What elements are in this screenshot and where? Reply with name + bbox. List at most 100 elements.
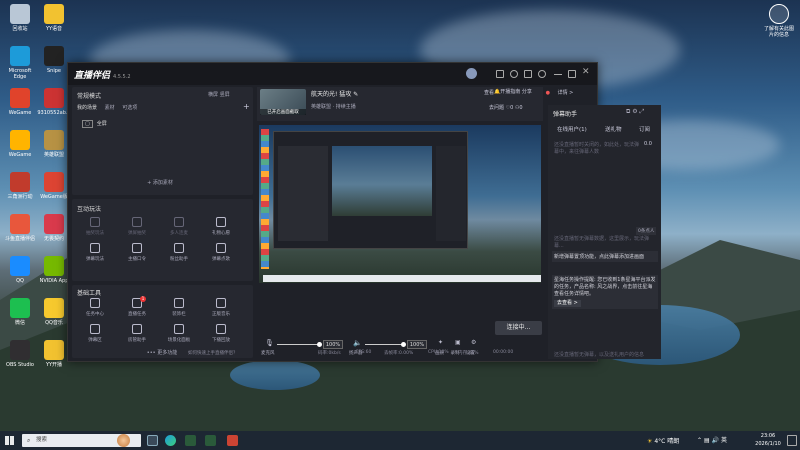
quality-icon[interactable]: ✦ — [438, 339, 443, 346]
notice-view-link[interactable]: 去查看 > — [554, 300, 581, 307]
preview-canvas[interactable] — [259, 125, 541, 283]
app-icon[interactable] — [185, 435, 196, 446]
details-link[interactable]: 详情 > — [558, 90, 574, 96]
edge-icon[interactable] — [165, 435, 176, 446]
desktop-icon[interactable]: 微信 — [3, 298, 37, 326]
settings-icon[interactable] — [538, 70, 546, 78]
mode-portrait[interactable]: 竖屏 — [220, 92, 230, 98]
tool-shield[interactable]: 弹屏抽奖 — [122, 217, 152, 236]
tool-replay[interactable]: 下播回放 — [206, 324, 236, 343]
network-icon[interactable]: ▤ — [704, 437, 710, 444]
desktop-icon[interactable]: WeGame — [3, 130, 37, 158]
gear-icon[interactable]: ⚙ — [632, 108, 637, 115]
tool-task-list[interactable]: 1 直播任务 — [122, 296, 152, 317]
desktop-icon[interactable]: 回收站 — [3, 4, 37, 32]
app-icon[interactable] — [205, 435, 216, 446]
desktop-icon-spotlight[interactable]: 了解有关此图片的信息 — [762, 4, 796, 38]
popout-icon[interactable]: ⤢ — [640, 108, 645, 115]
tool-gift-box[interactable]: 礼物心愿 — [206, 217, 236, 236]
mic-slider-knob[interactable] — [317, 342, 322, 347]
desktop-icon[interactable]: WeGame版 — [37, 172, 71, 200]
desktop-icon[interactable]: QQ音乐 — [37, 298, 71, 326]
desktop-icon[interactable]: 无畏契约 — [37, 214, 71, 242]
stream-title[interactable]: 航天的光! 猛攻 ✎ — [311, 89, 358, 98]
tool-mic-group[interactable]: 多人连麦 — [164, 217, 194, 236]
danmaku-title: 弹幕助手 — [553, 111, 578, 118]
volume-icon[interactable]: 🔊 — [712, 437, 719, 444]
mode-landscape[interactable]: 横屏 — [208, 92, 218, 98]
microphone-icon[interactable]: 🎙 — [265, 339, 274, 347]
help-link[interactable]: 如何快速上手直播伴侣？ — [188, 350, 238, 356]
headset-icon[interactable] — [510, 70, 518, 78]
avatar[interactable] — [466, 68, 477, 79]
desktop-icon[interactable]: 9310552ab... — [37, 88, 71, 116]
restore-icon[interactable] — [568, 70, 576, 78]
desktop-icon[interactable]: QQ — [3, 256, 37, 284]
scene-item[interactable]: ▢ 全屏 — [82, 120, 107, 128]
tool-gift[interactable]: 抽奖玩法 — [80, 217, 110, 236]
add-source-button[interactable]: + 添加素材 — [130, 179, 190, 186]
desktop-icon[interactable]: 英雄联盟 — [37, 130, 71, 158]
shirt-icon[interactable] — [524, 70, 532, 78]
tool-chat[interactable]: 主播口令 — [122, 243, 152, 262]
tab-options[interactable]: 可选项 — [122, 105, 137, 111]
settings-icon[interactable]: ⚙ — [471, 339, 476, 346]
desktop-icon[interactable]: YY开播 — [37, 340, 71, 368]
speaker-slider-knob[interactable] — [401, 342, 406, 347]
tool-layers[interactable]: 装饰栏 — [164, 298, 194, 317]
speaker-icon[interactable]: 🔈 — [353, 339, 362, 347]
start-icon[interactable] — [5, 436, 14, 445]
clock[interactable]: 23:06 2026/1/10 — [753, 432, 783, 448]
summary-link[interactable]: 查看 — [484, 90, 494, 96]
tool-music-note[interactable]: 正版音乐 — [206, 298, 236, 317]
tool-task[interactable]: 任务中心 — [80, 298, 110, 317]
chevron-up-icon[interactable]: ⌃ — [697, 437, 702, 444]
mic-slider[interactable] — [277, 342, 322, 347]
menu-icon[interactable] — [496, 70, 504, 78]
category-label[interactable]: 英雄联盟 · 持续主播 — [311, 103, 356, 110]
toolbar-item[interactable]: 去问题 — [489, 105, 504, 111]
language-indicator[interactable]: 英 — [721, 437, 727, 444]
speaker-slider[interactable] — [365, 342, 406, 347]
task-view-icon[interactable] — [147, 435, 158, 446]
tab-source[interactable]: 素材 — [105, 105, 115, 111]
mid-placeholder: 还没直播暂无弹幕数据，这里展示，玩法弹幕... — [554, 236, 650, 249]
more-tools-button[interactable]: ••• 更多功能 — [127, 349, 197, 356]
weather-search-icon[interactable] — [117, 434, 130, 447]
tool-lock[interactable]: 房管助手 — [122, 324, 152, 343]
tab-my-scene[interactable]: 我的场景 — [77, 105, 97, 111]
weather-widget[interactable]: ☀ 4°C 晴朗 — [647, 436, 679, 445]
desktop-icon[interactable]: Microsoft Edge — [3, 46, 37, 80]
pin-icon[interactable]: ⧉ — [626, 108, 630, 115]
tab-subscribe[interactable]: 订阅 — [639, 125, 650, 133]
notice-pin-feature[interactable]: 新增弹幕置顶功能，点此弹幕添加进画面 — [552, 251, 658, 262]
tool-heart[interactable]: 粉丝助手 — [164, 243, 194, 262]
tool-music[interactable]: 弹幕点歌 — [206, 243, 236, 262]
tool-comment[interactable]: 弹幕区 — [80, 324, 110, 343]
desktop-icon[interactable]: 三角洲行动 — [3, 172, 37, 200]
add-scene-icon[interactable]: + — [243, 102, 250, 111]
notice-task: 星海任务操作提醒: 您已收到1条星海平台派发的任务，产品名称: 风之战界，点击前… — [552, 275, 658, 309]
desktop-icon[interactable]: WeGame — [3, 88, 37, 116]
desktop-icon[interactable]: Snipe — [37, 46, 71, 74]
tab-gifts[interactable]: 送礼物 — [605, 125, 622, 133]
desktop-icon[interactable]: OBS Studio — [3, 340, 37, 368]
start-live-button[interactable]: 连接中... — [495, 321, 542, 335]
desktop-icon[interactable]: NVIDIA App — [37, 256, 71, 284]
tool-download[interactable]: 弹幕玩法 — [80, 243, 110, 262]
notification-icon[interactable] — [787, 435, 797, 446]
speaker-volume-input[interactable]: 100% — [407, 340, 427, 349]
tab-online-users[interactable]: 在线用户(1) — [557, 125, 587, 133]
edit-icon[interactable]: ✎ — [353, 91, 358, 98]
mode-label[interactable]: 常规模式 — [77, 91, 101, 100]
mic-volume-input[interactable]: 100% — [323, 340, 343, 349]
cover-thumbnail[interactable]: 已开启画面截取 — [260, 89, 306, 115]
close-icon[interactable]: ✕ — [582, 67, 590, 77]
minimize-icon[interactable] — [554, 74, 562, 75]
desktop-icon[interactable]: YY语音 — [37, 4, 71, 32]
desktop-icon-label: YY开播 — [45, 362, 63, 368]
record-icon[interactable]: ▣ — [455, 339, 461, 346]
desktop-icon[interactable]: 斗鱼直播伴侣 — [3, 214, 37, 242]
tool-panel[interactable]: 场景化面板 — [164, 324, 194, 343]
app-icon[interactable] — [227, 435, 238, 446]
